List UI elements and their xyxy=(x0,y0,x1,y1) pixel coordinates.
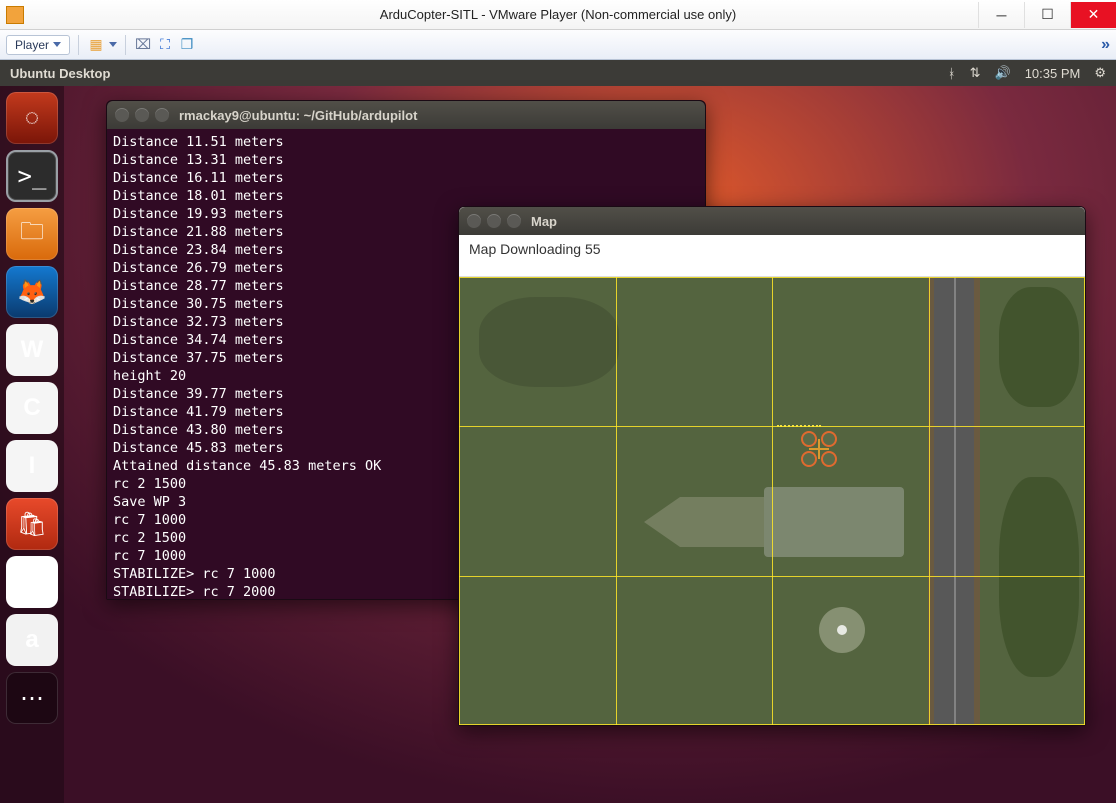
launcher-dash-icon[interactable]: ◌ xyxy=(6,92,58,144)
terminal-titlebar[interactable]: rmackay9@ubuntu: ~/GitHub/ardupilot xyxy=(107,101,705,129)
ubuntu-menubar: Ubuntu Desktop ᚼ ⇅ 🔊 10:35 PM ⚙ xyxy=(0,60,1116,86)
chevron-down-icon xyxy=(53,42,61,47)
menubar-title: Ubuntu Desktop xyxy=(10,66,110,81)
window-maximize-icon[interactable] xyxy=(507,214,521,228)
window-close-icon[interactable] xyxy=(467,214,481,228)
vmware-toolbar: Player ▦ ⌧ ⛶ ❐ » xyxy=(0,30,1116,60)
fullscreen-icon[interactable]: ⛶ xyxy=(156,36,174,54)
window-close-icon[interactable] xyxy=(115,108,129,122)
player-menu-button[interactable]: Player xyxy=(6,35,70,55)
devices-icon[interactable]: ⌧ xyxy=(134,36,152,54)
launcher-more-icon[interactable]: ⋯ xyxy=(6,672,58,724)
vehicle-marker-icon[interactable] xyxy=(799,429,839,469)
map-gridline xyxy=(459,426,1085,427)
collapse-toolbar-icon[interactable]: » xyxy=(1101,36,1110,54)
close-button[interactable]: ✕ xyxy=(1070,2,1116,28)
map-titlebar[interactable]: Map xyxy=(459,207,1085,235)
map-window[interactable]: Map Map Downloading 55 xyxy=(458,206,1086,726)
ubuntu-desktop: Ubuntu Desktop ᚼ ⇅ 🔊 10:35 PM ⚙ ◌ >_ 🗀 🦊 WCI… xyxy=(0,60,1116,803)
unity-launcher: ◌ >_ 🗀 🦊 WCI 🛍 Ua ⋯ xyxy=(0,86,64,803)
tree-line xyxy=(999,477,1079,677)
window-minimize-icon[interactable] xyxy=(487,214,501,228)
window-maximize-icon[interactable] xyxy=(155,108,169,122)
map-gridline xyxy=(929,277,930,725)
launcher-files-icon[interactable]: 🗀 xyxy=(6,208,58,260)
map-gridline xyxy=(459,576,1085,577)
bluetooth-indicator-icon[interactable]: ᚼ xyxy=(948,66,956,81)
windows-titlebar: ArduCopter-SITL - VMware Player (Non-com… xyxy=(0,0,1116,30)
sound-indicator-icon[interactable]: 🔊 xyxy=(995,65,1011,81)
unity-mode-icon[interactable]: ❐ xyxy=(178,36,196,54)
facility-area xyxy=(764,487,904,557)
network-indicator-icon[interactable]: ⇅ xyxy=(970,65,981,81)
vmware-app-icon xyxy=(6,6,24,24)
helipad xyxy=(819,607,865,653)
map-view[interactable] xyxy=(459,277,1085,725)
window-controls: ─ ☐ ✕ xyxy=(978,2,1116,28)
map-gridline xyxy=(616,277,617,725)
launcher-software-center-icon[interactable]: 🛍 xyxy=(6,498,58,550)
terminal-title: rmackay9@ubuntu: ~/GitHub/ardupilot xyxy=(179,108,417,123)
player-menu-label: Player xyxy=(15,38,49,52)
map-gridline xyxy=(772,277,773,725)
road xyxy=(934,277,974,725)
window-title: ArduCopter-SITL - VMware Player (Non-com… xyxy=(0,7,1116,22)
settings-gear-icon[interactable]: ⚙ xyxy=(1094,65,1106,81)
map-status-text: Map Downloading 55 xyxy=(459,235,1085,277)
maximize-button[interactable]: ☐ xyxy=(1024,2,1070,28)
launcher-ubuntu-one-icon[interactable]: U xyxy=(6,556,58,608)
map-title: Map xyxy=(531,214,557,229)
launcher-firefox-icon[interactable]: 🦊 xyxy=(6,266,58,318)
minimize-button[interactable]: ─ xyxy=(978,2,1024,28)
launcher-amazon-icon[interactable]: a xyxy=(6,614,58,666)
chevron-down-icon[interactable] xyxy=(109,42,117,47)
terrain-patch xyxy=(479,297,619,387)
tree-line xyxy=(999,287,1079,407)
clock[interactable]: 10:35 PM xyxy=(1025,66,1081,81)
window-minimize-icon[interactable] xyxy=(135,108,149,122)
toolbar-separator xyxy=(78,35,79,55)
launcher-impress-icon[interactable]: I xyxy=(6,440,58,492)
launcher-writer-icon[interactable]: W xyxy=(6,324,58,376)
toolbar-separator xyxy=(125,35,126,55)
launcher-terminal-icon[interactable]: >_ xyxy=(6,150,58,202)
launcher-calc-icon[interactable]: C xyxy=(6,382,58,434)
thumbnail-view-icon[interactable]: ▦ xyxy=(87,36,105,54)
